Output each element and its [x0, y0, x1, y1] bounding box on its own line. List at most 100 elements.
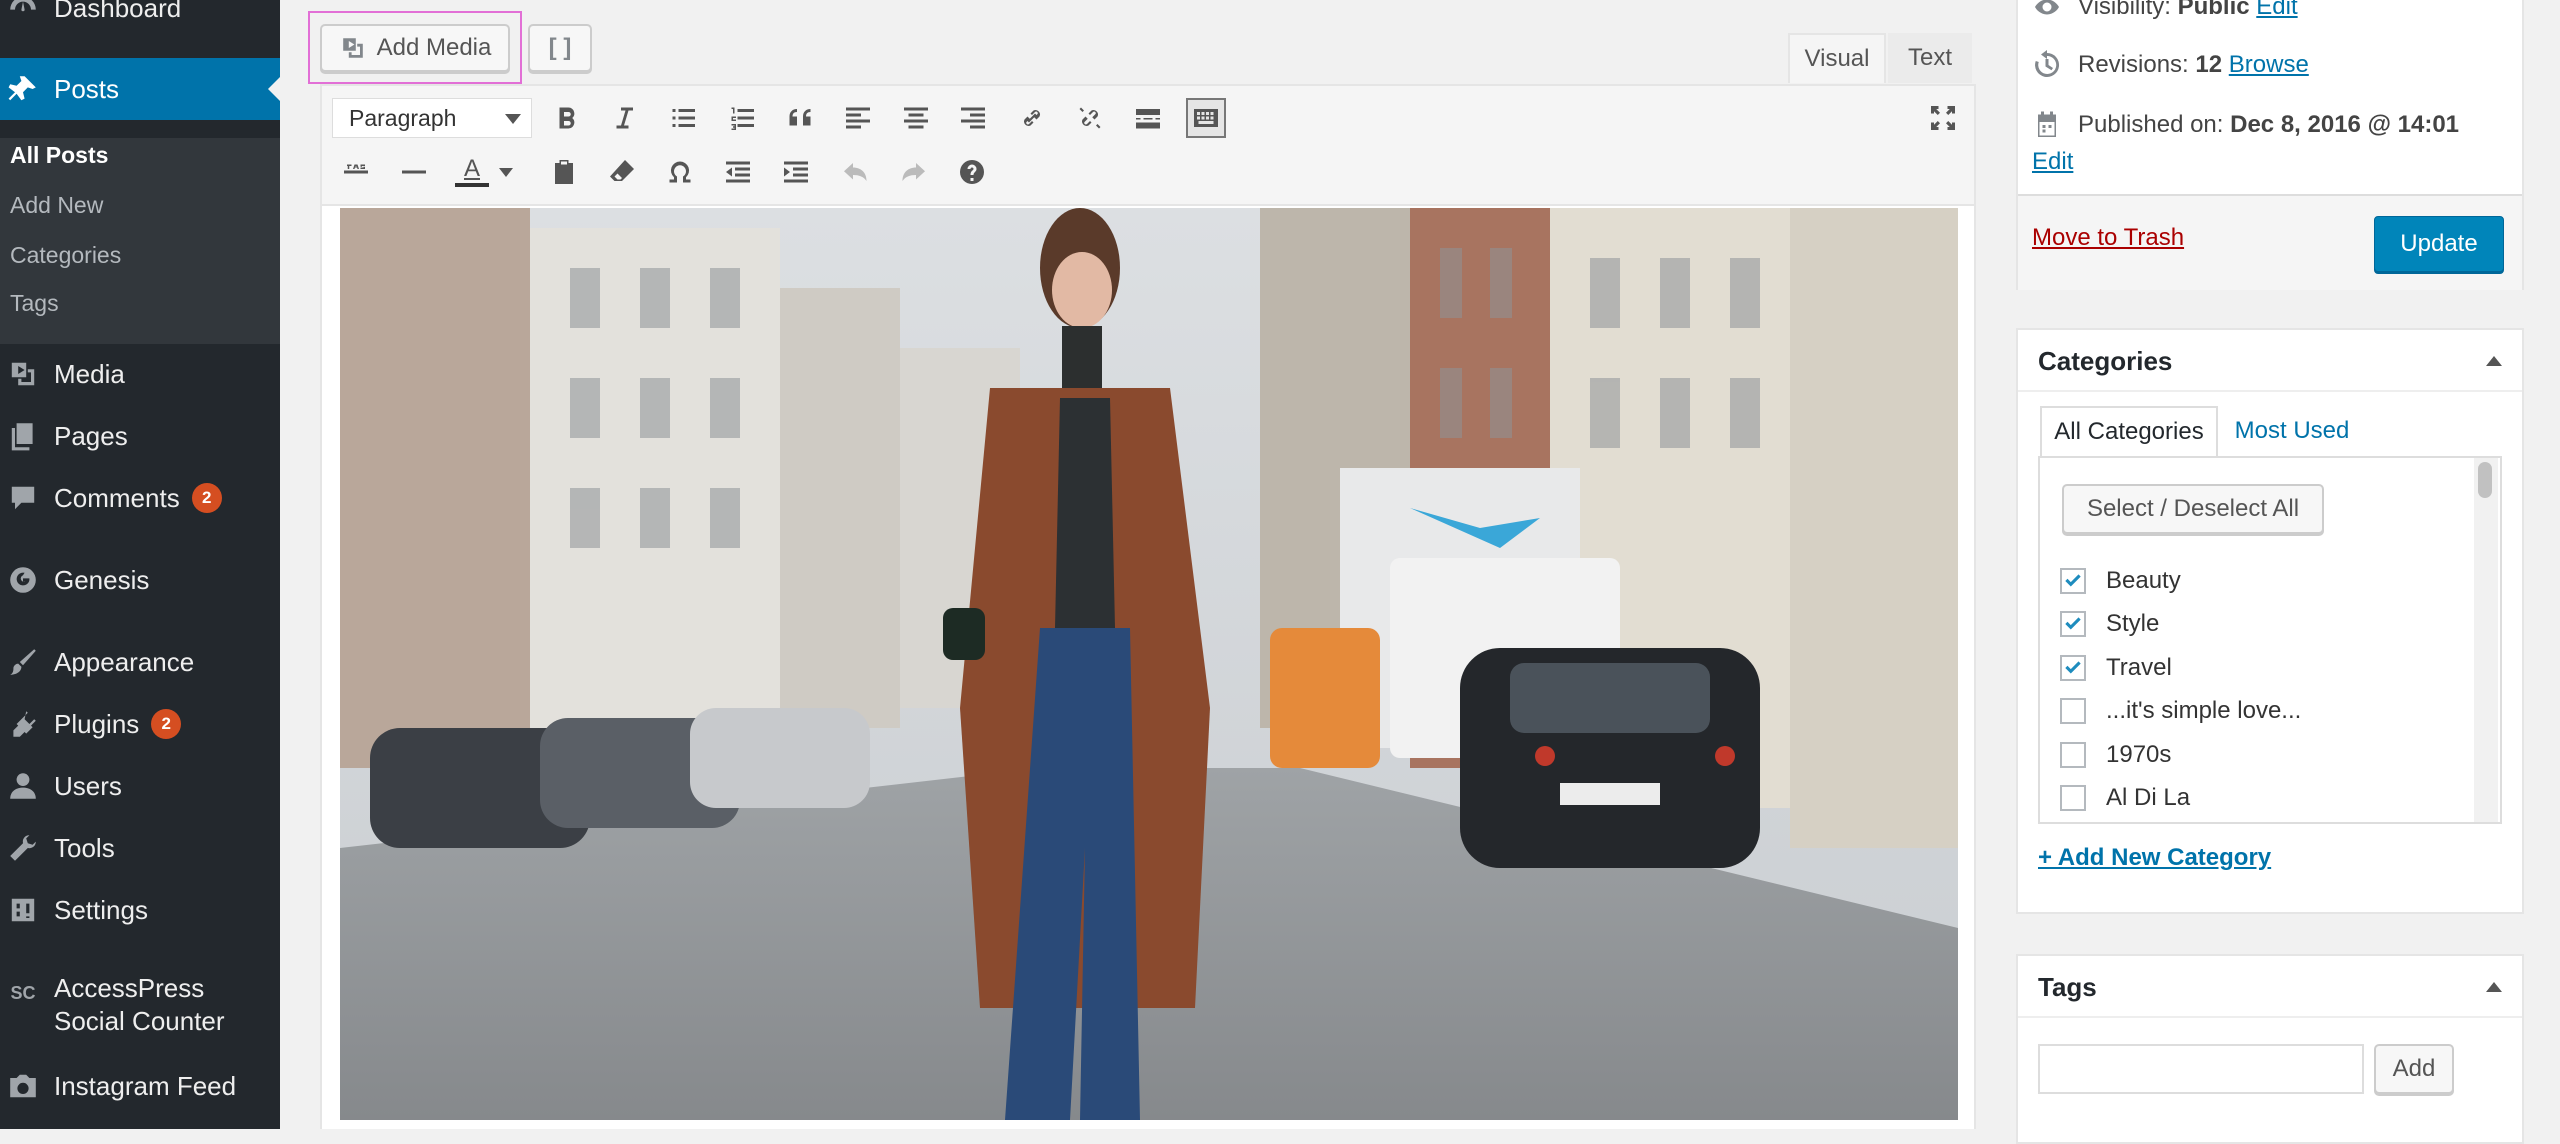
menu-label: Plugins — [54, 708, 140, 739]
menu-dashboard[interactable]: Dashboard — [0, 0, 280, 26]
align-right-icon[interactable] — [953, 98, 993, 138]
menu-settings[interactable]: Settings — [0, 892, 280, 928]
calendar-icon — [2038, 111, 2056, 137]
update-button[interactable]: Update — [2374, 216, 2504, 272]
checkbox-checked[interactable] — [2060, 611, 2086, 637]
visibility-edit-link[interactable]: Edit — [2256, 0, 2297, 21]
undo-icon[interactable] — [836, 152, 876, 192]
category-item[interactable]: ...it's simple love... — [2060, 694, 2301, 728]
fullscreen-icon[interactable] — [1923, 98, 1963, 138]
strikethrough-icon[interactable] — [336, 152, 376, 192]
menu-plugins[interactable]: Plugins 2 — [0, 706, 280, 742]
category-label: ...it's simple love... — [2106, 697, 2302, 724]
redo-icon[interactable] — [893, 152, 933, 192]
menu-posts[interactable]: Posts — [0, 58, 280, 120]
text-color-icon[interactable]: A — [452, 152, 492, 192]
submenu-all-posts[interactable]: All Posts — [10, 142, 108, 169]
outdent-icon[interactable] — [718, 152, 758, 192]
category-item[interactable]: 1970s — [2060, 738, 2171, 772]
italic-icon[interactable] — [604, 98, 644, 138]
checkbox-unchecked[interactable] — [2060, 698, 2086, 724]
horizontal-line-icon[interactable] — [394, 152, 434, 192]
published-edit-link[interactable]: Edit — [2032, 148, 2073, 176]
format-select[interactable]: Paragraph — [332, 98, 532, 138]
move-to-trash-link[interactable]: Move to Trash — [2032, 224, 2184, 252]
tab-all-categories[interactable]: All Categories — [2040, 406, 2218, 456]
format-select-value: Paragraph — [349, 104, 457, 131]
menu-label: Posts — [54, 73, 120, 104]
submenu-add-new[interactable]: Add New — [10, 192, 103, 219]
special-character-icon[interactable] — [660, 152, 700, 192]
tab-visual[interactable]: Visual — [1788, 33, 1886, 83]
category-item[interactable]: Travel — [2060, 651, 2172, 685]
add-media-label: Add Media — [376, 34, 492, 61]
tag-input[interactable] — [2038, 1044, 2364, 1094]
revisions-browse-link[interactable]: Browse — [2229, 51, 2309, 79]
comments-icon — [6, 481, 40, 515]
menu-label: Pages — [54, 420, 128, 451]
tab-text[interactable]: Text — [1888, 33, 1972, 83]
shortcode-button[interactable]: [ ] — [528, 24, 592, 72]
bold-icon[interactable] — [547, 98, 587, 138]
revisions-row: Revisions: 12 Browse — [2032, 50, 2309, 80]
add-media-icon — [339, 34, 367, 62]
scrollbar-thumb[interactable] — [2478, 462, 2492, 498]
add-new-category-link[interactable]: + Add New Category — [2038, 844, 2271, 872]
submenu-categories[interactable]: Categories — [10, 242, 121, 269]
menu-accesspress-social-counter[interactable]: SC AccessPress Social Counter — [0, 972, 280, 1042]
collapse-icon[interactable] — [2486, 356, 2502, 366]
genesis-icon — [6, 563, 40, 597]
category-label: Travel — [2106, 654, 2172, 681]
checkbox-checked[interactable] — [2060, 655, 2086, 681]
category-item[interactable]: Beauty — [2060, 564, 2181, 598]
collapse-icon[interactable] — [2486, 982, 2502, 992]
menu-appearance[interactable]: Appearance — [0, 644, 280, 680]
align-left-icon[interactable] — [838, 98, 878, 138]
toolbar-toggle-icon[interactable] — [1186, 98, 1226, 138]
add-media-button[interactable]: Add Media — [320, 24, 510, 72]
numbered-list-icon[interactable] — [722, 98, 762, 138]
add-tag-button[interactable]: Add — [2374, 1044, 2454, 1094]
align-center-icon[interactable] — [896, 98, 936, 138]
text-color-dropdown-icon[interactable] — [494, 152, 518, 192]
menu-comments[interactable]: Comments 2 — [0, 480, 280, 516]
revisions-count: 12 — [2195, 51, 2223, 78]
add-new-category-row: + Add New Category — [2038, 844, 2271, 872]
checkbox-checked[interactable] — [2060, 568, 2086, 594]
paste-as-text-icon[interactable] — [544, 152, 584, 192]
clear-formatting-icon[interactable] — [602, 152, 642, 192]
visibility-row: Visibility: Public Edit — [2032, 0, 2298, 22]
menu-tools[interactable]: Tools — [0, 830, 280, 866]
menu-media[interactable]: Media — [0, 356, 280, 392]
content-image[interactable] — [340, 208, 1958, 1120]
revisions-label: Revisions: — [2078, 51, 2189, 78]
unlink-icon[interactable] — [1070, 98, 1110, 138]
tags-title: Tags — [2038, 972, 2097, 1002]
admin-sidebar: Dashboard Posts All Posts Add New Catego… — [0, 0, 280, 1129]
published-date: Dec 8, 2016 @ 14:01 — [2230, 111, 2460, 138]
pin-icon — [6, 72, 40, 106]
select-deselect-all-button[interactable]: Select / Deselect All — [2062, 484, 2324, 534]
link-icon[interactable] — [1012, 98, 1052, 138]
checkbox-unchecked[interactable] — [2060, 785, 2086, 811]
tab-most-used[interactable]: Most Used — [2222, 406, 2362, 456]
help-icon[interactable] — [952, 152, 992, 192]
checklist-scrollbar[interactable] — [2474, 458, 2498, 822]
read-more-icon[interactable] — [1128, 98, 1168, 138]
menu-users[interactable]: Users — [0, 768, 280, 804]
bulleted-list-icon[interactable] — [663, 98, 703, 138]
indent-icon[interactable] — [776, 152, 816, 192]
menu-label: Social Counter — [54, 1006, 225, 1036]
menu-pages[interactable]: Pages — [0, 418, 280, 454]
current-indicator — [268, 77, 280, 101]
submenu-tags[interactable]: Tags — [10, 290, 59, 317]
category-item[interactable]: Al Di La — [2060, 781, 2190, 815]
category-item[interactable]: Style — [2060, 607, 2159, 641]
user-icon — [6, 769, 40, 803]
menu-instagram-feed[interactable]: Instagram Feed — [0, 1068, 280, 1104]
blockquote-icon[interactable] — [780, 98, 820, 138]
plugins-count-badge: 2 — [151, 709, 182, 739]
menu-genesis[interactable]: Genesis — [0, 562, 280, 598]
checkbox-unchecked[interactable] — [2060, 742, 2086, 768]
published-edit-row: Edit — [2032, 148, 2073, 176]
